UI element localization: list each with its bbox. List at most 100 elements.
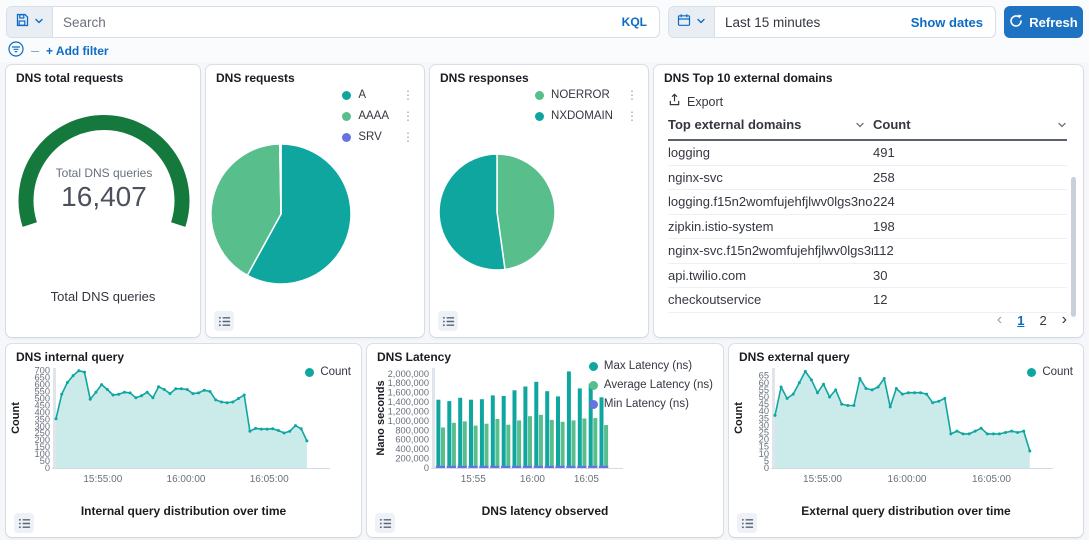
- legend-label[interactable]: SRV: [358, 131, 389, 143]
- legend-toggle-button[interactable]: [438, 311, 458, 331]
- pagination-page-2[interactable]: 2: [1039, 313, 1046, 328]
- svg-text:400,000: 400,000: [395, 444, 429, 454]
- table-scrollbar[interactable]: [1071, 177, 1076, 317]
- filter-circle-icon[interactable]: [8, 41, 24, 62]
- legend-label: Max Latency (ns): [604, 360, 692, 372]
- cell-count: 12: [873, 292, 1067, 307]
- panel-title[interactable]: DNS internal query: [16, 350, 124, 364]
- dns-requests-pie[interactable]: [210, 143, 352, 285]
- legend-actions-icon[interactable]: ⋮: [620, 90, 638, 100]
- legend-label[interactable]: A: [358, 89, 389, 101]
- cell-domain: api.twilio.com: [668, 268, 873, 283]
- saved-query-menu-button[interactable]: [7, 7, 53, 37]
- cell-count: 224: [873, 194, 1067, 209]
- panel-title[interactable]: DNS responses: [440, 71, 529, 85]
- column-header-label: Top external domains: [668, 117, 801, 132]
- filter-bar: + Add filter: [8, 42, 109, 60]
- legend-label[interactable]: AAAA: [358, 110, 389, 122]
- export-button[interactable]: Export: [668, 93, 723, 111]
- dns-total-requests-gauge[interactable]: Total DNS queries 16,407: [7, 107, 199, 275]
- svg-text:15:55:00: 15:55:00: [83, 474, 122, 485]
- search-input[interactable]: [53, 15, 610, 30]
- legend-toggle-button[interactable]: [375, 513, 395, 533]
- legend-actions-icon[interactable]: ⋮: [620, 111, 638, 121]
- legend-item[interactable]: Min Latency (ns): [589, 398, 713, 410]
- svg-text:16:05:00: 16:05:00: [972, 474, 1011, 485]
- legend-label[interactable]: NOERROR: [551, 89, 613, 101]
- legend-dot: [305, 368, 314, 377]
- chevron-down-icon[interactable]: [1057, 120, 1067, 130]
- chevron-down-icon[interactable]: [855, 120, 865, 130]
- cell-domain: zipkin.istio-system: [668, 219, 873, 234]
- gauge-center-label: Total DNS queries: [56, 166, 153, 180]
- legend-actions-icon[interactable]: ⋮: [396, 111, 414, 121]
- panel-dns-total-requests: DNS total requests Total DNS queries 16,…: [6, 65, 200, 337]
- save-icon: [15, 13, 29, 32]
- panel-dns-responses: DNS responses NOERROR ⋮ NXDOMAIN ⋮: [430, 65, 648, 337]
- legend-dot: [535, 91, 544, 100]
- time-range-text[interactable]: Last 15 minutes: [715, 15, 911, 30]
- cell-domain: nginx-svc.f15n2womfujehfjlwv0lgs3no...: [668, 243, 873, 258]
- legend-dot: [535, 112, 544, 121]
- svg-text:16:00:00: 16:00:00: [167, 474, 206, 485]
- legend-dot: [1027, 368, 1036, 377]
- panel-title[interactable]: DNS requests: [216, 71, 295, 85]
- column-header-domains[interactable]: Top external domains: [668, 117, 873, 132]
- external-query-plot[interactable]: 0510152025303540455055606515:55:0016:00:…: [739, 364, 1077, 498]
- legend-actions-icon[interactable]: ⋮: [396, 132, 414, 142]
- svg-text:1,600,000: 1,600,000: [388, 388, 429, 398]
- chevron-down-icon: [34, 13, 44, 31]
- table-row: checkoutservice12: [668, 288, 1067, 313]
- table-row: logging.f15n2womfujehfjlwv0lgs3nog....22…: [668, 190, 1067, 215]
- legend-item[interactable]: Average Latency (ns): [589, 379, 713, 391]
- legend-toggle-button[interactable]: [14, 513, 34, 533]
- column-header-count[interactable]: Count: [873, 117, 1067, 132]
- chevron-down-icon: [696, 13, 706, 31]
- pagination: ‹ 1 2 ›: [997, 311, 1067, 329]
- x-axis-title: DNS latency observed: [367, 504, 723, 518]
- legend-dot: [589, 400, 598, 409]
- pagination-page-1[interactable]: 1: [1017, 313, 1024, 328]
- pagination-next-icon[interactable]: ›: [1062, 311, 1067, 329]
- svg-text:15:55: 15:55: [461, 474, 486, 485]
- internal-query-plot[interactable]: 0501001502002503003504004505005506006507…: [16, 364, 354, 498]
- add-filter-button[interactable]: + Add filter: [46, 44, 109, 58]
- date-quick-menu-button[interactable]: [669, 7, 715, 37]
- panel-title[interactable]: DNS external query: [739, 350, 850, 364]
- table-row: api.twilio.com30: [668, 264, 1067, 289]
- svg-text:1,800,000: 1,800,000: [388, 378, 429, 388]
- table-row: nginx-svc258: [668, 166, 1067, 191]
- show-dates-button[interactable]: Show dates: [911, 15, 995, 30]
- pagination-prev-icon[interactable]: ‹: [997, 311, 1002, 329]
- panel-dns-external-query: DNS external query Count 051015202530354…: [729, 344, 1083, 537]
- legend-toggle-button[interactable]: [214, 311, 234, 331]
- panel-title[interactable]: DNS total requests: [16, 71, 123, 85]
- table-row: logging491: [668, 141, 1067, 166]
- calendar-icon: [677, 13, 691, 32]
- legend-dot: [589, 381, 598, 390]
- panel-title[interactable]: DNS Latency: [377, 350, 451, 364]
- svg-text:800,000: 800,000: [395, 425, 429, 435]
- legend-actions-icon[interactable]: ⋮: [396, 90, 414, 100]
- kql-button[interactable]: KQL: [610, 15, 659, 29]
- dns-responses-pie[interactable]: [438, 153, 556, 271]
- date-picker: Last 15 minutes Show dates: [668, 6, 996, 38]
- cell-count: 198: [873, 219, 1067, 234]
- panel-dns-internal-query: DNS internal query Count 050100150200250…: [6, 344, 361, 537]
- legend-label[interactable]: NXDOMAIN: [551, 110, 613, 122]
- svg-text:16:00: 16:00: [520, 474, 545, 485]
- cell-count: 491: [873, 145, 1067, 160]
- panel-dns-top-external-domains: DNS Top 10 external domains Export Top e…: [654, 65, 1083, 337]
- column-header-label: Count: [873, 117, 911, 132]
- refresh-button[interactable]: Refresh: [1004, 6, 1083, 38]
- refresh-icon: [1009, 14, 1023, 31]
- legend-dot: [342, 133, 351, 142]
- legend-item[interactable]: Count: [305, 366, 351, 378]
- cell-count: 112: [873, 243, 1067, 258]
- legend-item[interactable]: Count: [1027, 366, 1073, 378]
- panel-title[interactable]: DNS Top 10 external domains: [664, 71, 833, 85]
- svg-text:1,400,000: 1,400,000: [388, 397, 429, 407]
- cell-domain: logging.f15n2womfujehfjlwv0lgs3nog....: [668, 194, 873, 209]
- legend-item[interactable]: Max Latency (ns): [589, 360, 713, 372]
- legend-toggle-button[interactable]: [737, 513, 757, 533]
